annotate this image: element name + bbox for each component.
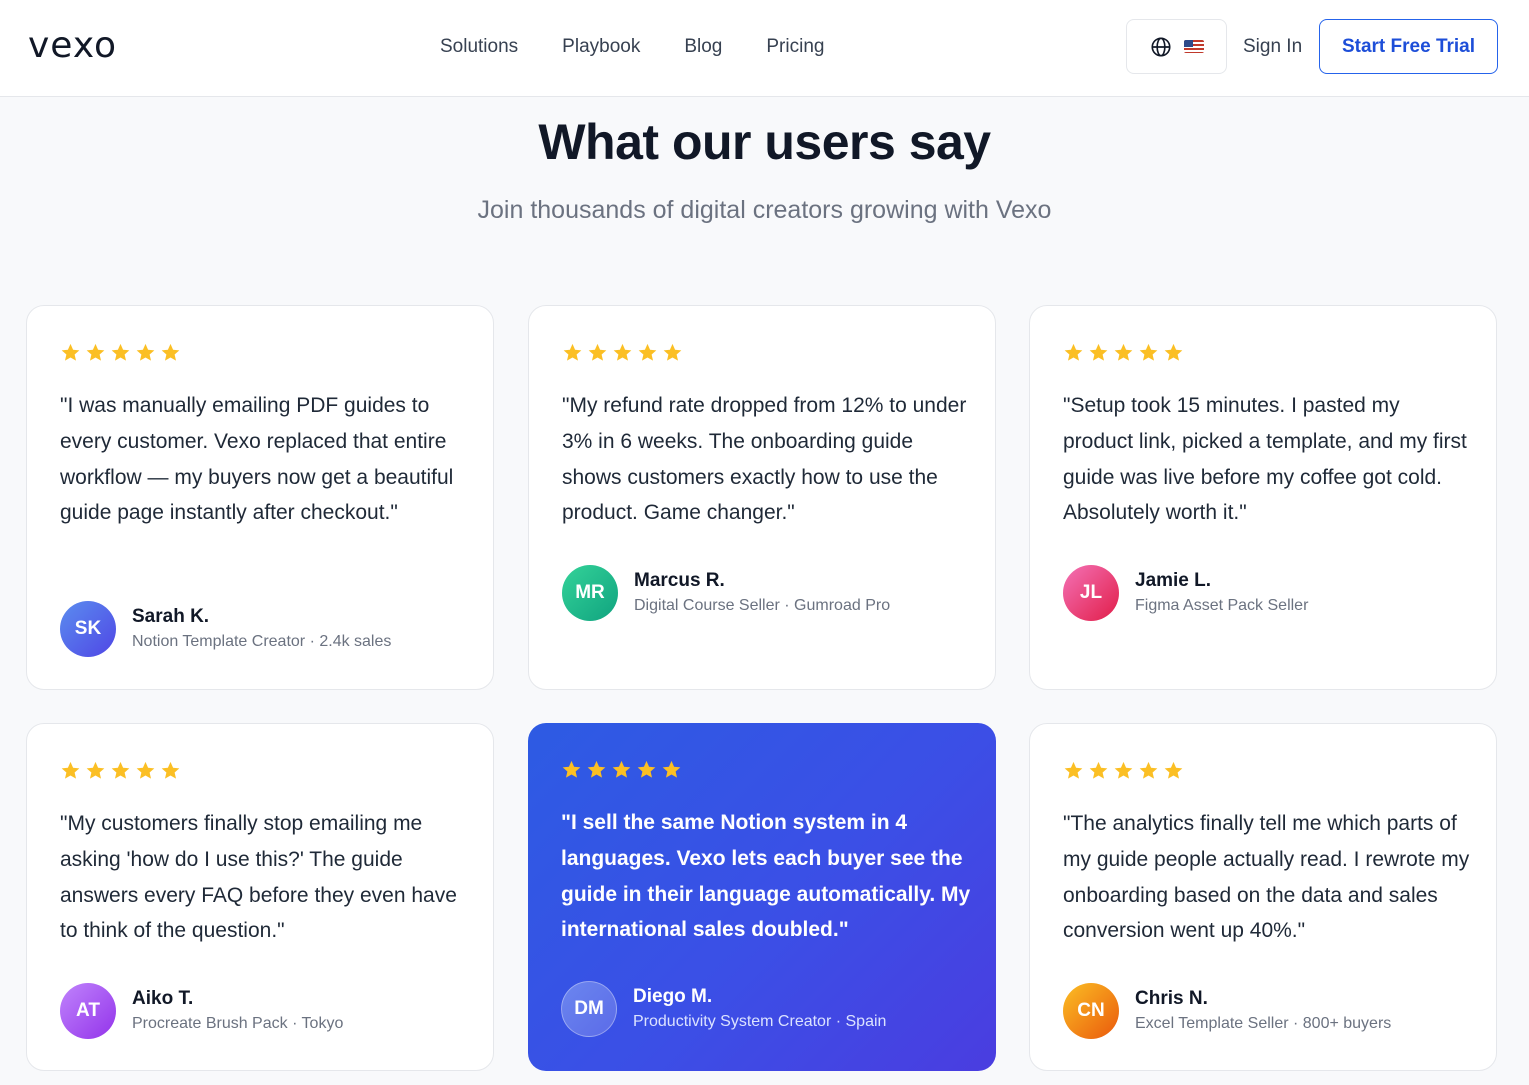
star-rating (561, 759, 682, 780)
star-icon (86, 343, 105, 361)
star-icon (111, 761, 130, 779)
star-icon (1089, 343, 1108, 361)
star-icon (563, 343, 582, 361)
star-icon (61, 761, 80, 779)
site-header: vexo Solutions Playbook Blog Pricing Sig… (0, 0, 1529, 97)
star-icon (161, 761, 180, 779)
author-name: Jamie L. (1135, 570, 1212, 591)
nav-blog[interactable]: Blog (684, 35, 722, 59)
star-icon (587, 760, 606, 778)
testimonial-quote: "I sell the same Notion system in 4 lang… (561, 811, 971, 942)
star-icon (136, 343, 155, 361)
avatar: JL (1063, 565, 1119, 621)
testimonial-card: "I was manually emailing PDF guides to e… (26, 305, 494, 690)
testimonial-quote: "My refund rate dropped from 12% to unde… (562, 394, 967, 525)
star-icon (613, 343, 632, 361)
author-name: Marcus R. (634, 570, 725, 591)
author-role: Productivity System Creator · Spain (633, 1013, 887, 1030)
testimonial-author: DM Diego M. Productivity System Creator … (561, 981, 886, 1037)
star-icon (562, 760, 581, 778)
vexo-logo[interactable]: vexo (28, 25, 119, 66)
testimonial-quote: "The analytics finally tell me which par… (1063, 812, 1470, 943)
star-icon (662, 760, 681, 778)
star-icon (663, 343, 682, 361)
testimonial-card: "My customers finally stop emailing me a… (26, 723, 494, 1071)
avatar: DM (561, 981, 617, 1037)
star-rating (60, 760, 181, 781)
globe-icon (1150, 36, 1171, 57)
star-icon (1064, 761, 1083, 779)
star-icon (136, 761, 155, 779)
star-rating (562, 342, 683, 363)
star-icon (637, 760, 656, 778)
author-role: Notion Template Creator · 2.4k sales (132, 633, 392, 650)
testimonial-author: CN Chris N. Excel Template Seller · 800+… (1063, 983, 1391, 1039)
star-icon (1114, 343, 1133, 361)
author-name: Aiko T. (132, 988, 194, 1009)
main-nav: Solutions Playbook Blog Pricing (440, 35, 824, 59)
author-role: Digital Course Seller · Gumroad Pro (634, 597, 891, 614)
nav-playbook[interactable]: Playbook (562, 35, 640, 59)
testimonial-card: "Setup took 15 minutes. I pasted my prod… (1029, 305, 1497, 690)
testimonial-card: "The analytics finally tell me which par… (1029, 723, 1497, 1071)
testimonial-card: "My refund rate dropped from 12% to unde… (528, 305, 996, 690)
star-rating (1063, 342, 1184, 363)
testimonial-author: MR Marcus R. Digital Course Seller · Gum… (562, 565, 890, 621)
testimonial-author: AT Aiko T. Procreate Brush Pack · Tokyo (60, 983, 343, 1039)
star-icon (588, 343, 607, 361)
star-icon (1164, 761, 1183, 779)
star-icon (1164, 343, 1183, 361)
avatar: MR (562, 565, 618, 621)
author-role: Figma Asset Pack Seller (1135, 597, 1309, 614)
nav-solutions[interactable]: Solutions (440, 35, 518, 59)
logo-text: vexo (28, 25, 118, 66)
sign-in-link[interactable]: Sign In (1243, 35, 1302, 59)
section-title: What our users say (538, 114, 991, 170)
author-name: Diego M. (633, 986, 713, 1007)
testimonial-quote: "My customers finally stop emailing me a… (60, 812, 457, 943)
star-icon (1089, 761, 1108, 779)
section-subtitle: Join thousands of digital creators growi… (477, 196, 1052, 224)
star-icon (86, 761, 105, 779)
star-icon (161, 343, 180, 361)
nav-pricing[interactable]: Pricing (766, 35, 824, 59)
language-selector[interactable] (1126, 19, 1227, 74)
author-name: Sarah K. (132, 606, 210, 627)
testimonial-quote: "Setup took 15 minutes. I pasted my prod… (1063, 394, 1467, 525)
star-icon (111, 343, 130, 361)
avatar: SK (60, 601, 116, 657)
star-icon (1139, 761, 1158, 779)
star-icon (1114, 761, 1133, 779)
featured-testimonial-card: "I sell the same Notion system in 4 lang… (528, 723, 996, 1071)
star-icon (612, 760, 631, 778)
testimonial-author: SK Sarah K. Notion Template Creator · 2.… (60, 601, 391, 657)
us-flag-icon (1183, 40, 1204, 53)
star-icon (638, 343, 657, 361)
start-free-trial-button[interactable]: Start Free Trial (1319, 19, 1498, 74)
author-role: Excel Template Seller · 800+ buyers (1135, 1015, 1392, 1032)
star-rating (1063, 760, 1184, 781)
testimonial-quote: "I was manually emailing PDF guides to e… (60, 394, 454, 525)
star-rating (60, 342, 181, 363)
avatar: AT (60, 983, 116, 1039)
star-icon (61, 343, 80, 361)
avatar: CN (1063, 983, 1119, 1039)
author-role: Procreate Brush Pack · Tokyo (132, 1015, 344, 1032)
star-icon (1139, 343, 1158, 361)
author-name: Chris N. (1135, 988, 1208, 1009)
star-icon (1064, 343, 1083, 361)
testimonial-author: JL Jamie L. Figma Asset Pack Seller (1063, 565, 1308, 621)
